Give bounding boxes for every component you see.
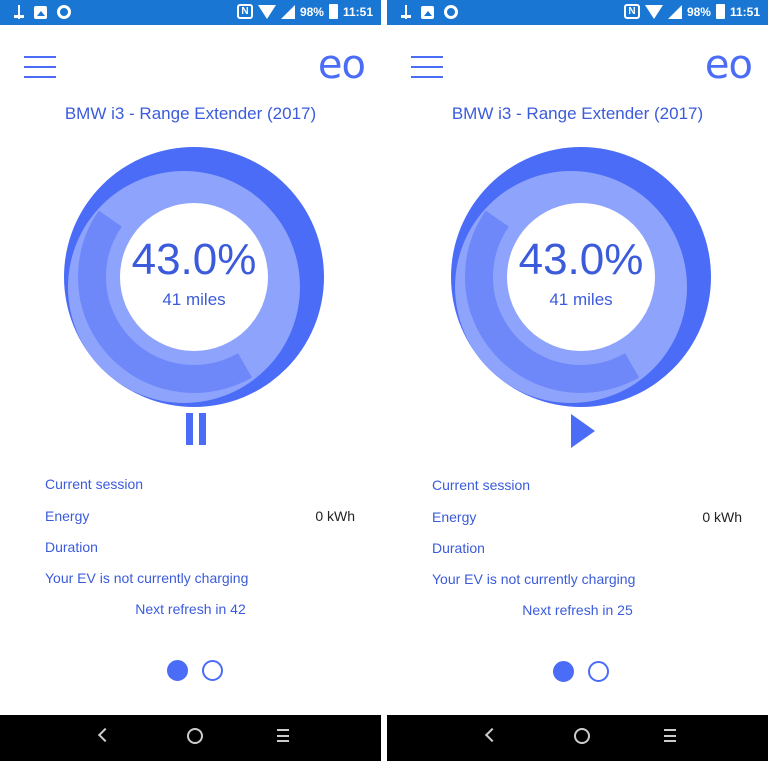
status-bar: N 98% 11:51 <box>0 0 381 25</box>
nav-bar <box>0 715 381 761</box>
session-title: Current session <box>432 477 531 493</box>
page-dot-1[interactable] <box>167 660 188 681</box>
charging-status: Your EV is not currently charging <box>45 570 249 586</box>
phone-screen-right: N 98% 11:51 eo BMW i3 - Range Extender (… <box>387 0 768 761</box>
clock: 11:51 <box>342 4 373 19</box>
menu-icon[interactable] <box>24 56 56 78</box>
page-indicator <box>553 661 609 682</box>
charge-gauge: 43.0% 41 miles <box>451 147 711 407</box>
eo-logo: eo <box>704 42 753 88</box>
vehicle-title: BMW i3 - Range Extender (2017) <box>451 104 704 123</box>
recents-icon[interactable] <box>277 729 289 742</box>
range-miles: 41 miles <box>549 290 613 309</box>
charging-status: Your EV is not currently charging <box>432 571 636 587</box>
page-dot-2[interactable] <box>588 661 609 682</box>
sync-icon <box>57 5 71 19</box>
nfc-icon: N <box>623 4 640 19</box>
sync-icon <box>444 5 458 19</box>
back-icon[interactable] <box>97 727 113 743</box>
battery-percent: 98% <box>299 4 324 19</box>
wifi-icon <box>257 4 276 19</box>
image-icon <box>34 5 47 19</box>
play-button[interactable] <box>571 414 611 450</box>
refresh-countdown: Next refresh in 42 <box>135 601 246 617</box>
battery-percent: 98% <box>686 4 711 19</box>
battery-icon <box>715 4 725 19</box>
energy-label: Energy <box>45 508 90 524</box>
play-icon <box>571 414 595 448</box>
page-dot-1[interactable] <box>553 661 574 682</box>
duration-label: Duration <box>432 540 485 556</box>
usb-icon <box>14 5 24 19</box>
energy-value: 0 kWh <box>702 509 742 525</box>
phone-screen-left: N 98% 11:51 eo BMW i3 - Range Extender (… <box>0 0 381 761</box>
session-title: Current session <box>45 476 144 492</box>
page-dot-2[interactable] <box>202 660 223 681</box>
pause-button[interactable] <box>176 413 216 449</box>
image-icon <box>421 5 434 19</box>
clock: 11:51 <box>729 4 760 19</box>
battery-icon <box>328 4 338 19</box>
charge-percent: 43.0% <box>518 235 644 284</box>
energy-label: Energy <box>432 509 477 525</box>
back-icon[interactable] <box>484 727 500 743</box>
nav-bar <box>387 715 768 761</box>
signal-icon <box>667 4 682 19</box>
range-miles: 41 miles <box>162 290 226 309</box>
vehicle-title: BMW i3 - Range Extender (2017) <box>64 104 317 123</box>
nfc-icon: N <box>236 4 253 19</box>
recents-icon[interactable] <box>664 729 676 742</box>
status-bar: N 98% 11:51 <box>387 0 768 25</box>
wifi-icon <box>644 4 663 19</box>
charge-percent: 43.0% <box>131 235 257 284</box>
charge-gauge: 43.0% 41 miles <box>64 147 324 407</box>
refresh-countdown: Next refresh in 25 <box>522 602 633 618</box>
signal-icon <box>280 4 295 19</box>
menu-icon[interactable] <box>411 56 443 78</box>
home-icon[interactable] <box>187 728 203 744</box>
energy-value: 0 kWh <box>315 508 355 524</box>
eo-logo: eo <box>317 42 366 88</box>
page-indicator <box>167 660 223 681</box>
duration-label: Duration <box>45 539 98 555</box>
usb-icon <box>401 5 411 19</box>
home-icon[interactable] <box>574 728 590 744</box>
